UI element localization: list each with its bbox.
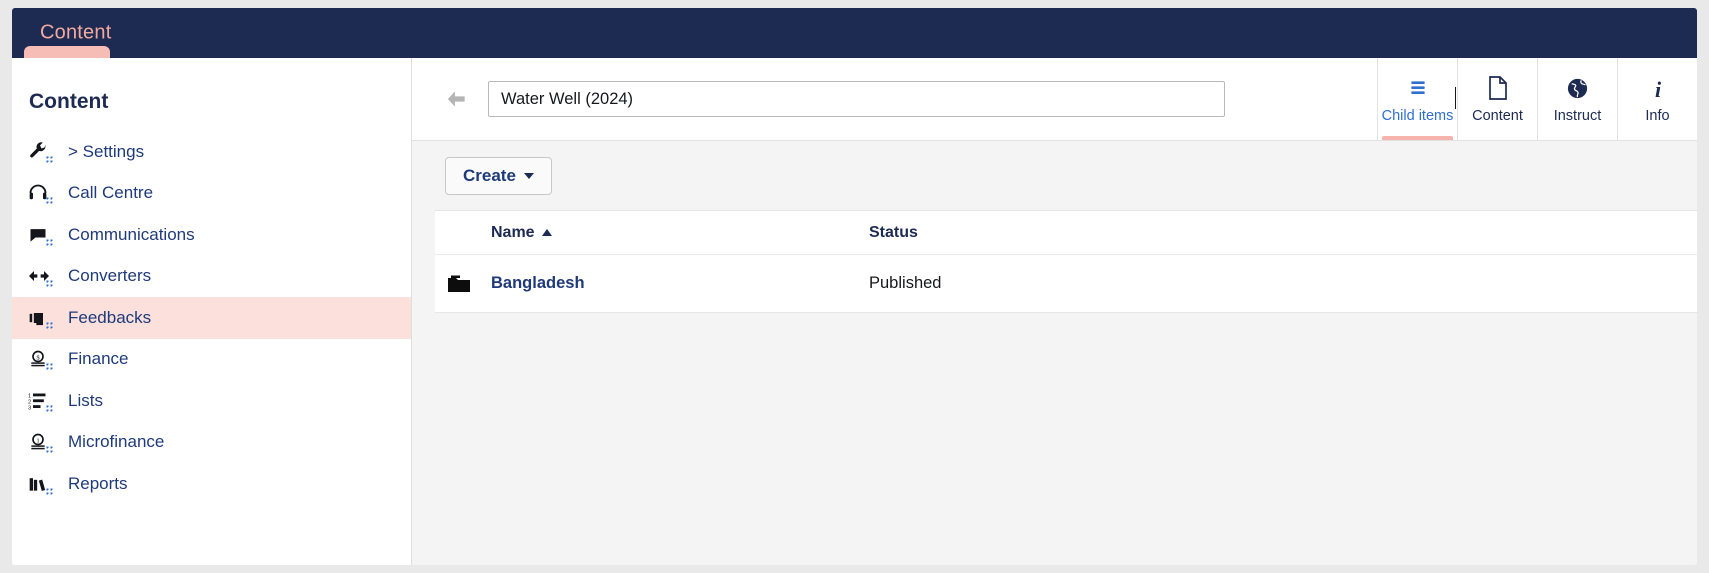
sidebar-item-feedbacks[interactable]: Feedbacks [12, 297, 411, 339]
list-lines-icon [1407, 74, 1429, 102]
sidebar-item-settings[interactable]: > Settings [12, 131, 411, 173]
sidebar-heading: Content [29, 90, 109, 113]
app-window: Content Content > Settings Call Centre C… [0, 0, 1709, 573]
column-header-name-label: Name [491, 223, 535, 241]
tab-content[interactable]: Content [1457, 58, 1537, 140]
tab-info[interactable]: i Info [1617, 58, 1697, 140]
create-button[interactable]: Create [445, 157, 552, 195]
chevron-down-icon [523, 173, 534, 179]
sidebar-item-converters[interactable]: Converters [12, 256, 411, 298]
wrench-icon [28, 140, 54, 164]
pane-header: Child items Content [412, 58, 1697, 141]
back-arrow-icon[interactable] [443, 86, 469, 112]
sidebar-item-reports[interactable]: Reports [12, 463, 411, 505]
headset-icon [28, 181, 54, 205]
sidebar-item-label: Converters [68, 266, 152, 286]
sidebar-item-finance[interactable]: $ Finance [12, 339, 411, 381]
document-icon [1487, 74, 1509, 102]
numbered-list-icon: 1 2 3 [28, 389, 54, 413]
coin-stack-icon: $ [28, 347, 54, 371]
sidebar-item-communications[interactable]: Communications [12, 214, 411, 256]
code-arrows-icon [28, 264, 54, 288]
globe-icon [1566, 74, 1589, 102]
column-header-status[interactable]: Status [869, 224, 1697, 242]
child-items-table: Name Status Bangladesh Published [435, 210, 1697, 313]
tab-instruct[interactable]: Instruct [1537, 58, 1617, 140]
pane-toolbar: Create [412, 141, 1697, 211]
speech-bubble-icon [28, 223, 54, 247]
sidebar: Content > Settings Call Centre Communica… [12, 58, 412, 565]
tab-label: Child items [1381, 108, 1454, 124]
svg-text:1: 1 [36, 438, 39, 445]
column-header-status-label: Status [869, 223, 918, 241]
tab-label: Info [1645, 108, 1670, 124]
sidebar-item-label: > Settings [68, 141, 145, 161]
sidebar-item-label: Feedbacks [68, 307, 152, 327]
sidebar-item-label: Lists [68, 390, 103, 410]
folder-icon [435, 274, 491, 294]
app-title: Content [40, 21, 112, 44]
sidebar-item-label: Call Centre [68, 183, 154, 203]
sidebar-item-label: Microfinance [68, 432, 165, 452]
content-pane: Child items Content [412, 58, 1697, 565]
create-button-label: Create [463, 166, 516, 185]
tab-label: Content [1472, 108, 1523, 124]
column-header-name[interactable]: Name [491, 224, 869, 242]
sidebar-item-lists[interactable]: 1 2 3 Lists [12, 380, 411, 422]
sort-ascending-icon [541, 229, 552, 236]
sidebar-item-label: Finance [68, 349, 129, 369]
coin-one-icon: 1 [28, 430, 54, 454]
title-input[interactable] [488, 81, 1225, 117]
tab-child-items[interactable]: Child items [1377, 58, 1457, 140]
svg-text:i: i [1654, 77, 1661, 100]
sidebar-item-call-centre[interactable]: Call Centre [12, 173, 411, 215]
sidebar-item-label: Reports [68, 473, 128, 493]
table-header-row: Name Status [435, 211, 1697, 255]
sidebar-item-label: Communications [68, 224, 195, 244]
top-navigation-bar: Content [12, 8, 1697, 58]
main-shell: Content > Settings Call Centre Communica… [12, 58, 1697, 565]
sidebar-item-microfinance[interactable]: 1 Microfinance [12, 422, 411, 464]
table-row[interactable]: Bangladesh Published [435, 255, 1697, 312]
books-icon [28, 472, 54, 496]
row-name[interactable]: Bangladesh [491, 274, 869, 293]
active-module-tab-indicator[interactable] [24, 46, 110, 58]
sidebar-nav: > Settings Call Centre Communications Co… [12, 131, 411, 505]
row-status: Published [869, 274, 942, 292]
svg-text:3: 3 [28, 405, 31, 411]
info-italic-icon: i [1648, 74, 1668, 102]
tab-label: Instruct [1553, 108, 1602, 124]
pane-tabs: Child items Content Instruct i Info [1377, 58, 1697, 140]
megaphone-icon [28, 306, 54, 330]
